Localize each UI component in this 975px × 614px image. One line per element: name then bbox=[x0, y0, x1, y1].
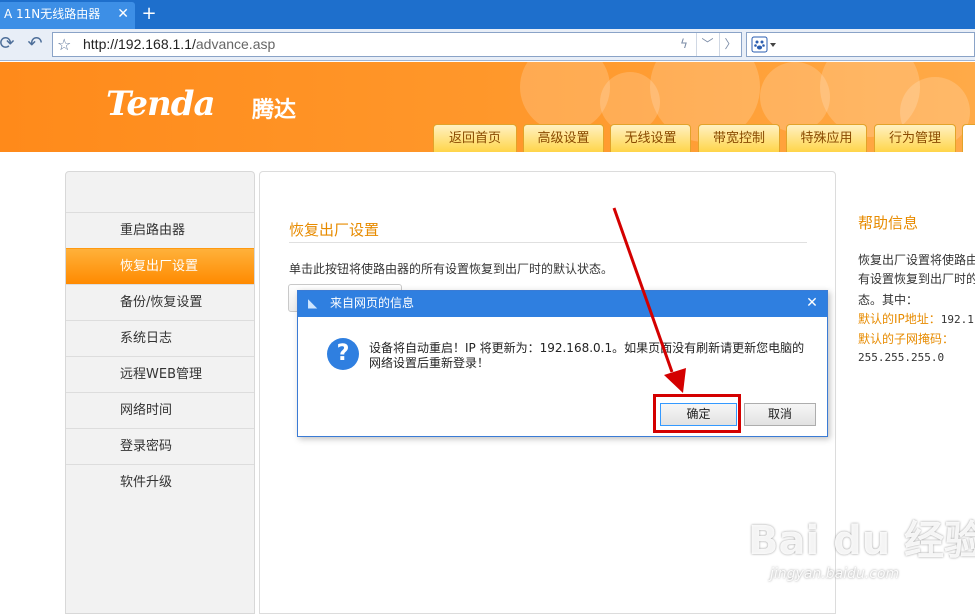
watermark-logo: Bai du 经验 bbox=[748, 518, 975, 564]
annotation-highlight-box bbox=[653, 394, 741, 433]
watermark-url: jingyan.baidu.com bbox=[770, 566, 900, 582]
